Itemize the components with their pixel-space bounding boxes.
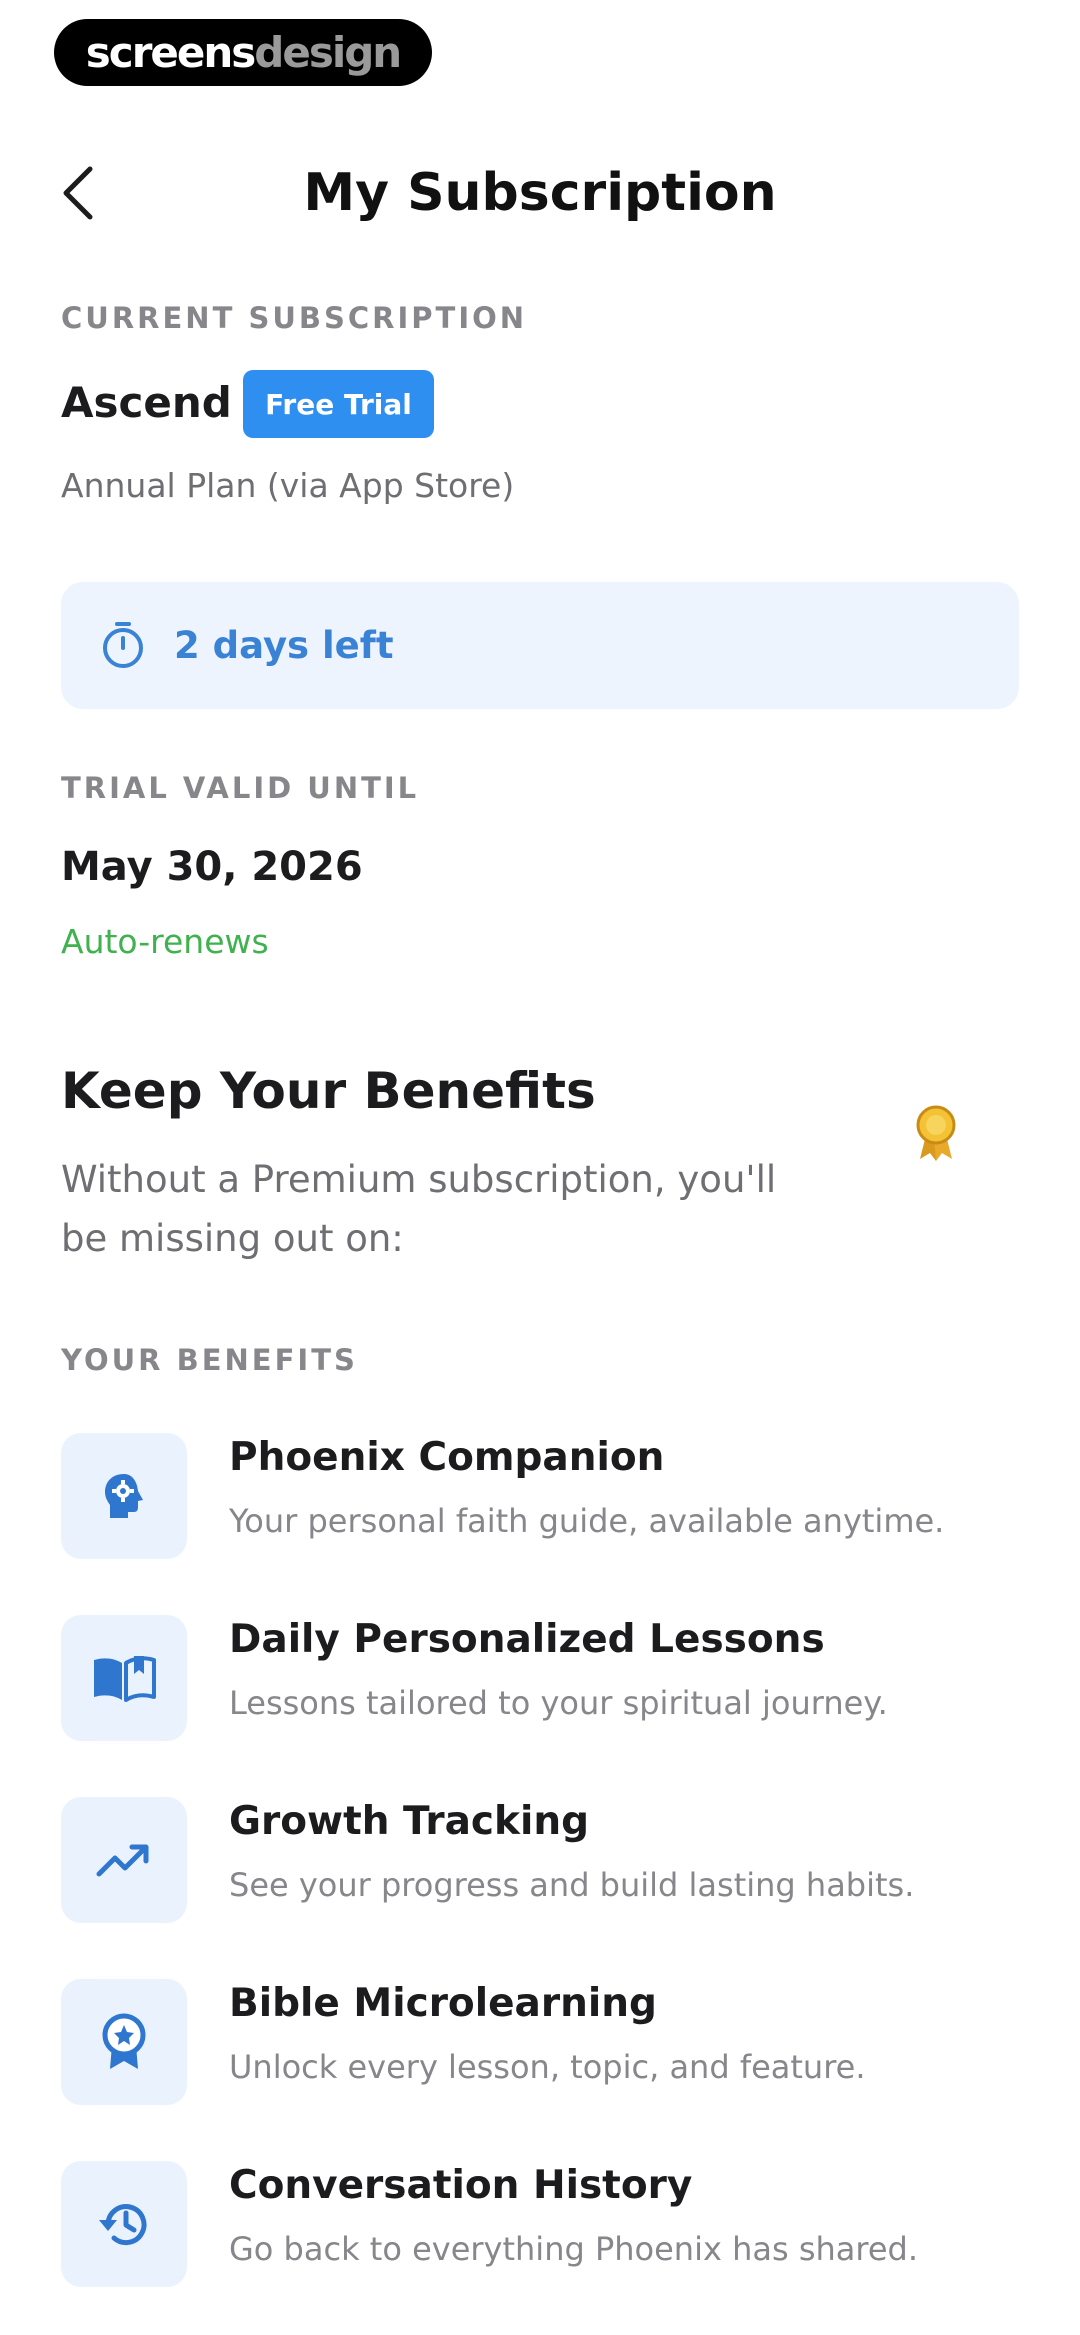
watermark-part-2: design: [254, 28, 402, 77]
history-icon: [99, 2204, 147, 2246]
benefit-item-conversation-history: Conversation History Go back to everythi…: [61, 2161, 1021, 2287]
days-left-banner: 2 days left: [61, 582, 1019, 709]
benefit-description: Lessons tailored to your spiritual journ…: [229, 1684, 888, 1722]
medal-icon: [916, 1105, 956, 1161]
benefit-icon-box: [61, 1979, 187, 2105]
benefit-description: Your personal faith guide, available any…: [229, 1502, 945, 1540]
free-trial-badge: Free Trial: [243, 370, 434, 438]
stopwatch-icon: [103, 622, 143, 668]
benefit-icon-box: [61, 2161, 187, 2287]
keep-benefits-heading: Keep Your Benefits: [61, 1062, 596, 1120]
back-button[interactable]: [50, 160, 106, 226]
benefit-title: Phoenix Companion: [229, 1435, 665, 1480]
benefit-item-phoenix-companion: Phoenix Companion Your personal faith gu…: [61, 1433, 1021, 1559]
benefit-item-growth-tracking: Growth Tracking See your progress and bu…: [61, 1797, 1021, 1923]
days-left-text: 2 days left: [174, 624, 394, 667]
page-title: My Subscription: [303, 163, 777, 223]
benefit-description: Unlock every lesson, topic, and feature.: [229, 2048, 866, 2086]
open-book-icon: [94, 1656, 156, 1702]
trial-valid-label: TRIAL VALID UNTIL: [61, 771, 420, 805]
watermark-part-1: screens: [85, 28, 256, 77]
current-subscription-label: CURRENT SUBSCRIPTION: [61, 301, 528, 335]
chevron-left-icon: [63, 166, 93, 220]
head-gear-icon: [105, 1474, 143, 1518]
plan-detail: Annual Plan (via App Store): [61, 466, 515, 505]
benefit-item-daily-lessons: Daily Personalized Lessons Lessons tailo…: [61, 1615, 1021, 1741]
benefit-description: See your progress and build lasting habi…: [229, 1866, 915, 1904]
your-benefits-label: YOUR BENEFITS: [61, 1343, 358, 1377]
benefit-title: Conversation History: [229, 2163, 693, 2208]
award-ribbon-icon: [102, 2013, 146, 2069]
trending-up-icon: [96, 1844, 149, 1877]
trial-valid-date: May 30, 2026: [61, 844, 363, 890]
benefit-icon-box: [61, 1797, 187, 1923]
plan-name: Ascend: [61, 378, 232, 427]
benefit-icon-box: [61, 1433, 187, 1559]
screensdesign-watermark: screens design: [54, 19, 432, 86]
benefit-icon-box: [61, 1615, 187, 1741]
benefit-description: Go back to everything Phoenix has shared…: [229, 2230, 918, 2268]
benefit-title: Bible Microlearning: [229, 1981, 657, 2026]
benefit-title: Growth Tracking: [229, 1799, 590, 1844]
auto-renew-status: Auto-renews: [61, 922, 269, 961]
keep-benefits-subtitle: Without a Premium subscription, you'll b…: [61, 1158, 777, 1260]
benefit-title: Daily Personalized Lessons: [229, 1617, 825, 1662]
benefit-item-bible-microlearning: Bible Microlearning Unlock every lesson,…: [61, 1979, 1021, 2105]
